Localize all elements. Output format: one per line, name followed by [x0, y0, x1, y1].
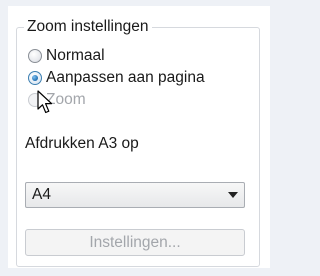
radio-zoom-label: Zoom: [46, 91, 86, 108]
settings-button[interactable]: Instellingen...: [25, 229, 245, 256]
radio-normal-label[interactable]: Normaal: [46, 47, 105, 65]
zoom-settings-title: Zoom instellingen: [24, 18, 153, 36]
radio-normal-button[interactable]: [28, 49, 42, 63]
chevron-down-icon[interactable]: [222, 183, 244, 207]
paper-size-value: A4: [32, 186, 51, 203]
print-a3-label: Afdrukken A3 op: [25, 135, 139, 152]
radio-option-normal[interactable]: Normaal: [28, 45, 105, 67]
radio-zoom-button: [28, 93, 42, 107]
paper-size-select[interactable]: A4: [25, 182, 245, 208]
radio-fit-to-page-label[interactable]: Aanpassen aan pagina: [46, 69, 205, 87]
radio-option-fit-to-page[interactable]: Aanpassen aan pagina: [28, 67, 205, 89]
radio-fit-to-page-button[interactable]: [28, 71, 42, 85]
radio-option-zoom: Zoom: [28, 89, 86, 111]
